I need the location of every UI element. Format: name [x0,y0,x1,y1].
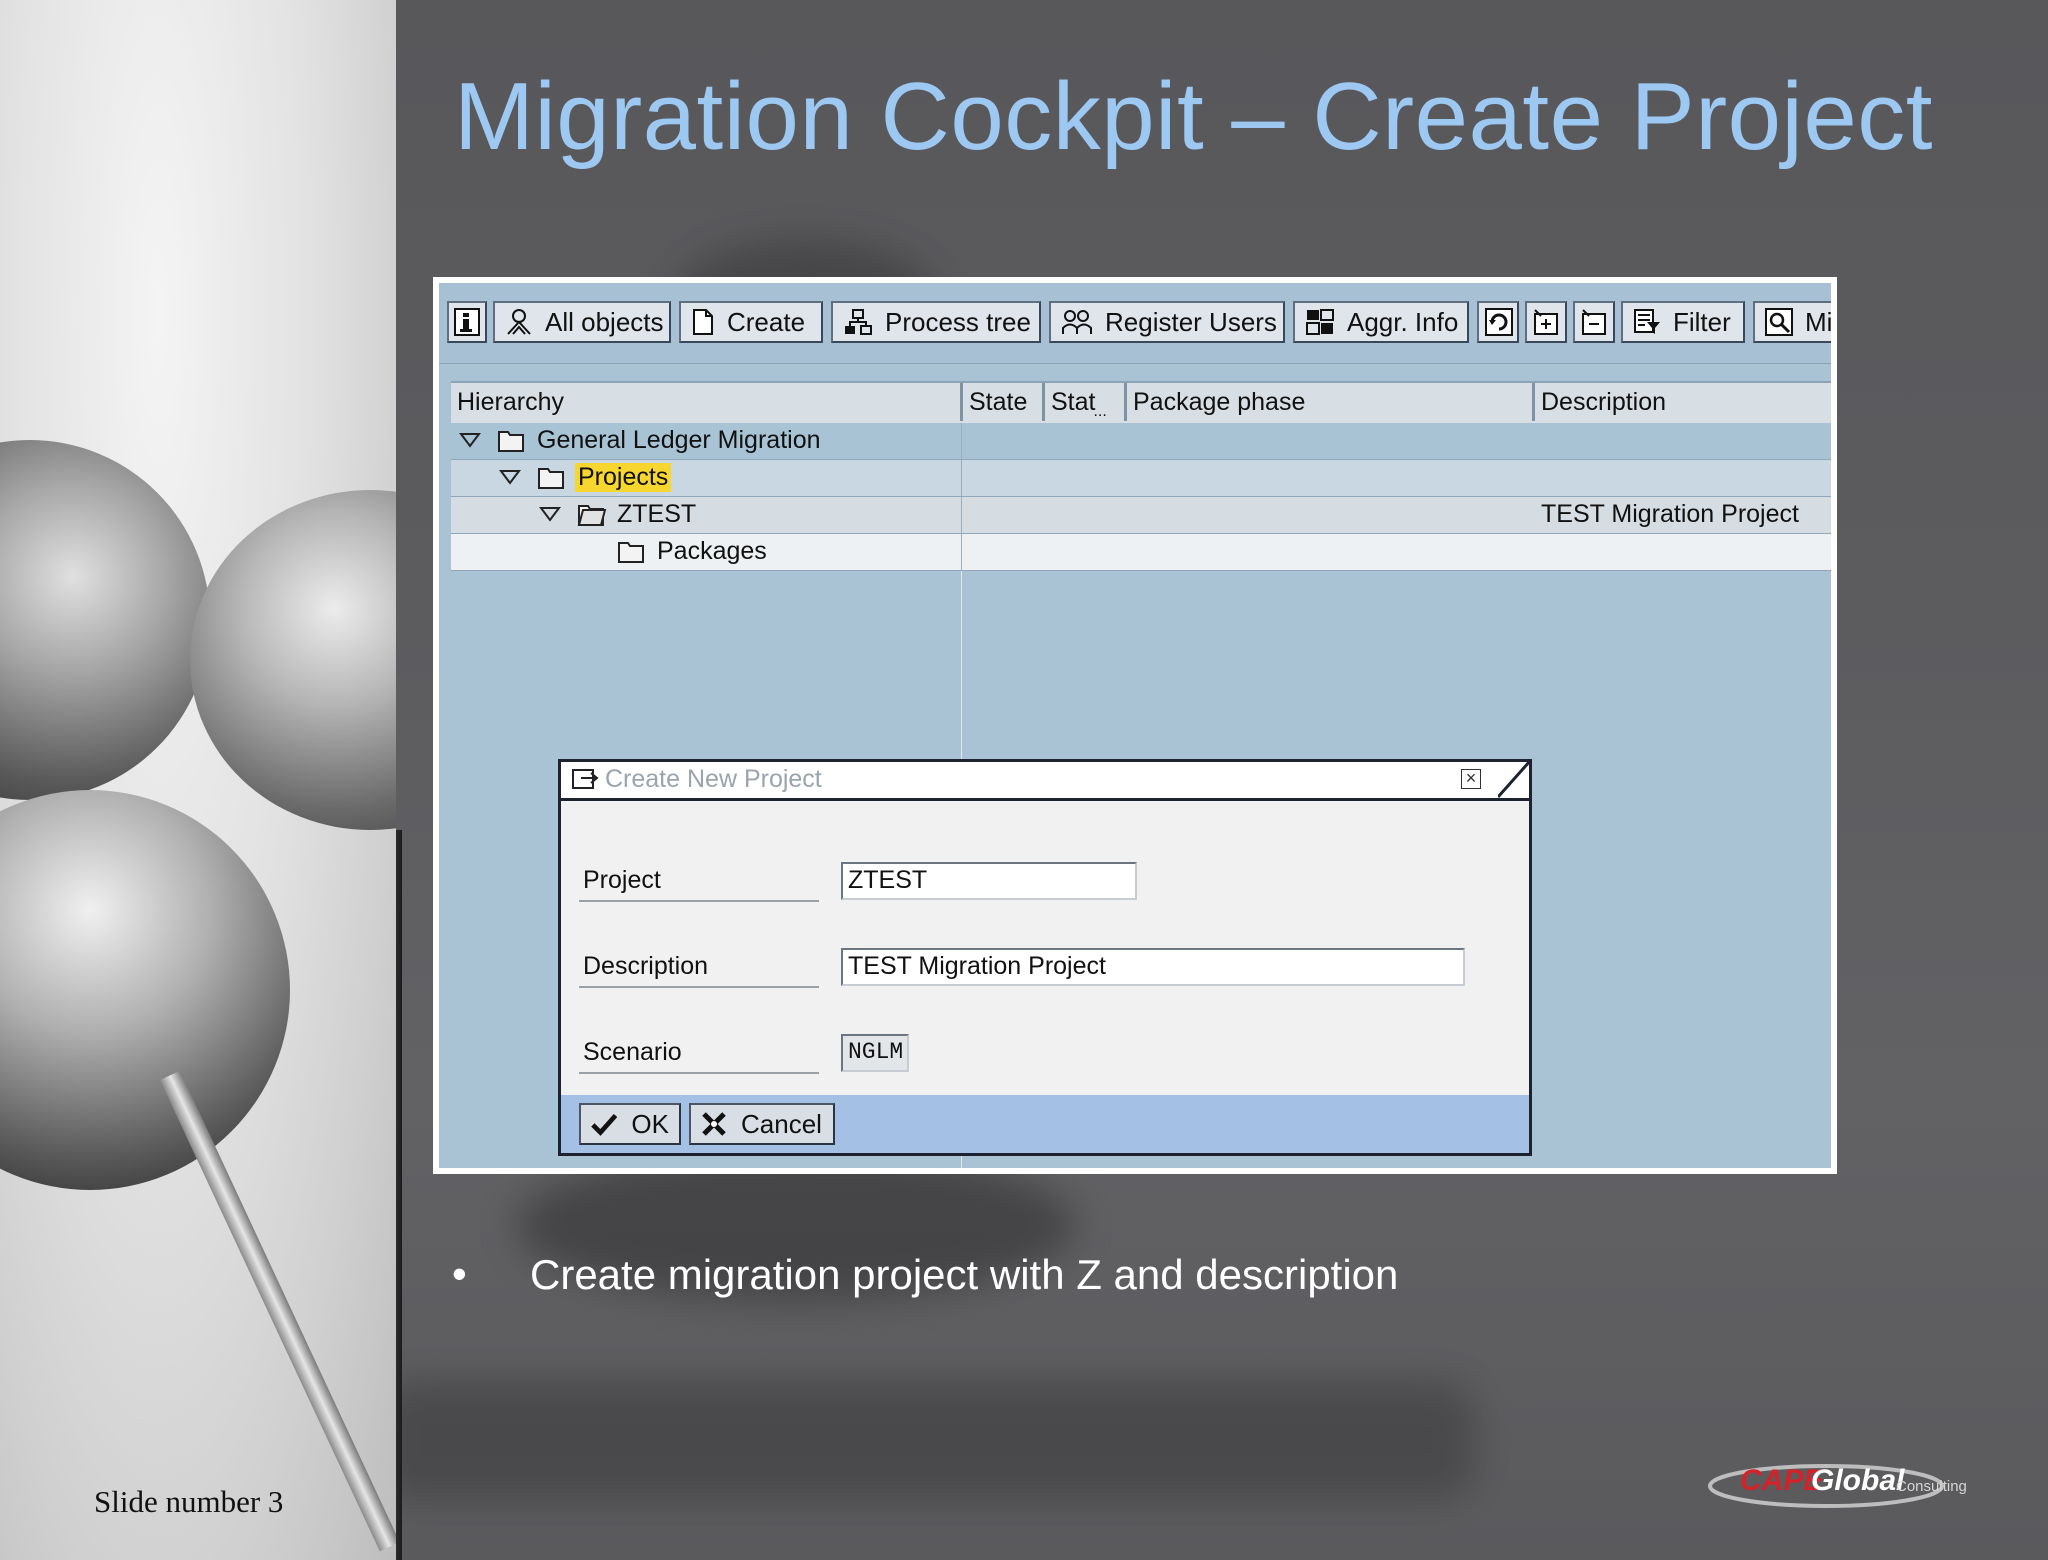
process-tree-label: Process tree [885,306,1031,337]
user-icon [507,309,531,335]
project-label: Project [583,866,661,894]
column-header-state[interactable]: State [963,383,1045,421]
pushpin-head-image [190,490,396,830]
sap-window: All objects Create Process tree Register… [439,283,1831,1168]
tree-row[interactable]: ZTEST TEST Migration Project [451,497,1831,534]
project-field-row: Project ZTEST [579,862,1479,902]
cancel-button[interactable]: Cancel [689,1103,835,1145]
dialog-title-bar[interactable]: Create New Project × [561,762,1529,801]
collapse-button[interactable] [1573,301,1615,343]
slide-title: Migration Cockpit – Create Project [454,63,1933,170]
decorative-photo-panel: Slide number 3 [0,0,396,1560]
slide-number: Slide number 3 [94,1484,284,1519]
column-header-stat[interactable]: Stat... [1045,383,1127,421]
description-label: Description [583,952,709,980]
dialog-button-bar: OK Cancel [561,1095,1529,1153]
folder-icon [577,505,607,526]
document-icon [693,309,713,335]
column-header-hierarchy[interactable]: Hierarchy [451,383,963,421]
create-label: Create [727,306,806,337]
folder-icon [618,542,644,563]
application-toolbar: All objects Create Process tree Register… [439,283,1831,364]
description-field-row: Description TEST Migration Project [579,948,1479,988]
dialog-corner-decoration [1498,760,1532,798]
sap-screenshot: All objects Create Process tree Register… [433,277,1837,1174]
triangle-down-icon[interactable] [499,469,521,485]
all-objects-label: All objects [545,306,664,337]
description-input[interactable]: TEST Migration Project [841,948,1465,986]
filter-icon [1634,309,1660,334]
checkmark-icon [591,1113,618,1136]
logo-text-consulting: Consulting [1896,1478,1967,1495]
ok-button[interactable]: OK [579,1103,681,1145]
expand-icon [1534,309,1558,335]
info-button[interactable] [447,301,487,343]
scenario-input[interactable]: NGLM [841,1034,909,1072]
hierarchy-icon [845,309,872,335]
tree-row-label: General Ledger Migration [537,426,821,454]
pushpin-head-image [0,790,290,1190]
triangle-down-icon[interactable] [459,432,481,448]
tree-row[interactable]: Packages [451,534,1831,571]
dialog-window-icon [572,769,599,789]
cancel-label: Cancel [741,1108,822,1139]
triangle-down-icon[interactable] [539,506,561,522]
background-shadow [396,1380,1476,1500]
column-header-stat-ellipsis: ... [1093,403,1107,420]
expand-button[interactable] [1525,301,1567,343]
bullet-text: Create migration project with Z and desc… [530,1251,1399,1298]
refresh-icon [1485,308,1513,336]
refresh-button[interactable] [1477,301,1519,343]
tree-row-description: TEST Migration Project [1541,500,1799,528]
register-users-icon [1062,310,1092,334]
folder-icon [538,468,564,489]
more-label: Mi [1805,306,1831,337]
scenario-label: Scenario [583,1038,682,1066]
cancel-x-icon [702,1112,726,1136]
process-tree-button[interactable]: Process tree [831,301,1041,343]
tree-row[interactable]: Projects [451,460,1831,497]
info-icon [454,308,480,336]
project-input[interactable]: ZTEST [841,862,1137,900]
close-icon[interactable]: × [1461,769,1481,789]
tree-row-label: ZTEST [617,500,697,528]
more-button[interactable]: Mi [1753,301,1831,343]
collapse-icon [1582,309,1606,335]
filter-label: Filter [1673,306,1731,337]
tree-row-label: Projects [575,463,672,492]
logo-text-global: Global [1811,1464,1905,1497]
column-header-description[interactable]: Description [1535,383,1831,421]
tree-row-label: Packages [657,537,767,565]
register-users-label: Register Users [1105,306,1277,337]
tree-row[interactable]: General Ledger Migration [451,423,1831,460]
scenario-field-row: Scenario NGLM [579,1034,1479,1074]
pushpin-needle-image [396,830,402,1560]
create-new-project-dialog: Create New Project × Project ZTEST Descr… [558,759,1532,1156]
folder-icon [498,431,524,452]
cape-global-logo: CAPE Global Consulting [1706,1452,1976,1512]
aggr-info-button[interactable]: Aggr. Info [1293,301,1469,343]
filter-button[interactable]: Filter [1621,301,1745,343]
create-button[interactable]: Create [679,301,823,343]
aggr-info-label: Aggr. Info [1347,306,1459,337]
dialog-title: Create New Project [605,765,822,793]
search-icon [1765,308,1793,336]
aggregate-icon [1306,309,1334,335]
bullet-marker: • [452,1250,467,1297]
column-header-package-phase[interactable]: Package phase [1127,383,1535,421]
ok-label: OK [631,1108,669,1139]
pushpin-head-image [0,440,210,800]
table-header: Hierarchy State Stat... Package phase De… [451,381,1831,425]
pushpin-needle-image [160,1070,396,1552]
register-users-button[interactable]: Register Users [1049,301,1285,343]
all-objects-button[interactable]: All objects [493,301,671,343]
